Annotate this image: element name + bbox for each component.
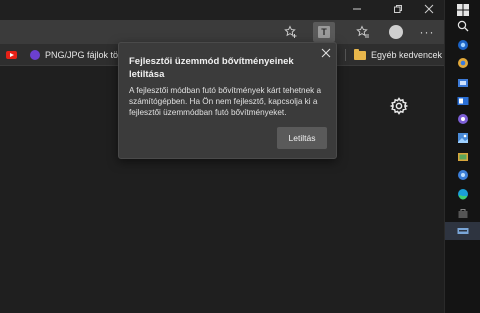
gallery-icon <box>458 153 468 161</box>
mail-icon <box>458 79 468 87</box>
close-icon <box>321 48 331 58</box>
folder-icon <box>354 48 366 60</box>
chrome-icon <box>458 58 468 68</box>
restore-icon <box>394 5 402 13</box>
outlook-icon <box>457 97 469 105</box>
extension-button[interactable]: T <box>313 22 335 42</box>
profile-icon <box>389 25 403 39</box>
store-icon <box>458 209 468 218</box>
title-bar <box>0 0 444 20</box>
gear-icon <box>389 97 409 115</box>
taskbar-app-outlook[interactable] <box>455 93 471 109</box>
profile-button[interactable] <box>385 22 407 42</box>
edge-icon <box>458 189 468 200</box>
taskbar <box>444 0 480 313</box>
page-settings-button[interactable] <box>389 96 409 116</box>
close-window-button[interactable] <box>414 0 444 18</box>
minimize-icon <box>353 8 361 10</box>
taskbar-app-mail[interactable] <box>455 75 471 91</box>
png-icon <box>30 50 40 60</box>
favorite-youtube[interactable] <box>6 47 17 63</box>
browser-toolbar: T ··· <box>0 20 444 44</box>
divider <box>345 49 346 61</box>
taskbar-app-photos[interactable] <box>455 130 471 146</box>
restore-button[interactable] <box>383 0 413 18</box>
more-icon: ··· <box>419 25 435 39</box>
start-button[interactable] <box>455 2 471 18</box>
dialog-message: A fejlesztői módban futó bővítmények kár… <box>129 86 322 117</box>
taskbar-app-store[interactable] <box>455 205 471 221</box>
taskbar-app-settings[interactable] <box>455 167 471 183</box>
other-favorites-label: Egyéb kedvencek <box>371 50 443 60</box>
close-icon <box>424 4 434 14</box>
extension-icon: T <box>318 26 330 38</box>
taskbar-search-button[interactable] <box>455 18 471 34</box>
add-favorite-button[interactable] <box>280 22 302 42</box>
taskbar-app-viber[interactable] <box>455 111 471 127</box>
windows-icon <box>457 4 469 16</box>
favorites-icon <box>356 25 369 38</box>
other-favorites-folder[interactable]: Egyéb kedvencek <box>354 47 442 63</box>
edge-dev-icon <box>458 40 468 50</box>
favorites-button[interactable] <box>352 22 374 42</box>
taskbar-keyboard-button[interactable] <box>455 223 471 239</box>
dialog-title: Fejlesztői üzemmód bővítményeinek letilt… <box>129 56 294 80</box>
taskbar-app-gallery[interactable] <box>455 149 471 165</box>
youtube-icon <box>6 51 17 59</box>
developer-mode-dialog: Fejlesztői üzemmód bővítményeinek letilt… <box>118 42 337 159</box>
taskbar-app-edge-dev[interactable] <box>455 37 471 53</box>
keyboard-icon <box>457 228 469 234</box>
add-favorite-icon <box>284 25 297 38</box>
viber-icon <box>458 114 468 124</box>
address-bar[interactable] <box>0 21 300 43</box>
disable-button[interactable]: Letiltás <box>277 127 327 149</box>
more-button[interactable]: ··· <box>416 22 438 42</box>
search-icon <box>457 20 469 32</box>
dialog-close-button[interactable] <box>319 46 333 60</box>
photos-icon <box>458 133 468 143</box>
settings-app-icon <box>458 170 468 180</box>
taskbar-app-chrome[interactable] <box>455 55 471 71</box>
minimize-button[interactable] <box>342 0 372 18</box>
taskbar-app-edge[interactable] <box>455 186 471 202</box>
